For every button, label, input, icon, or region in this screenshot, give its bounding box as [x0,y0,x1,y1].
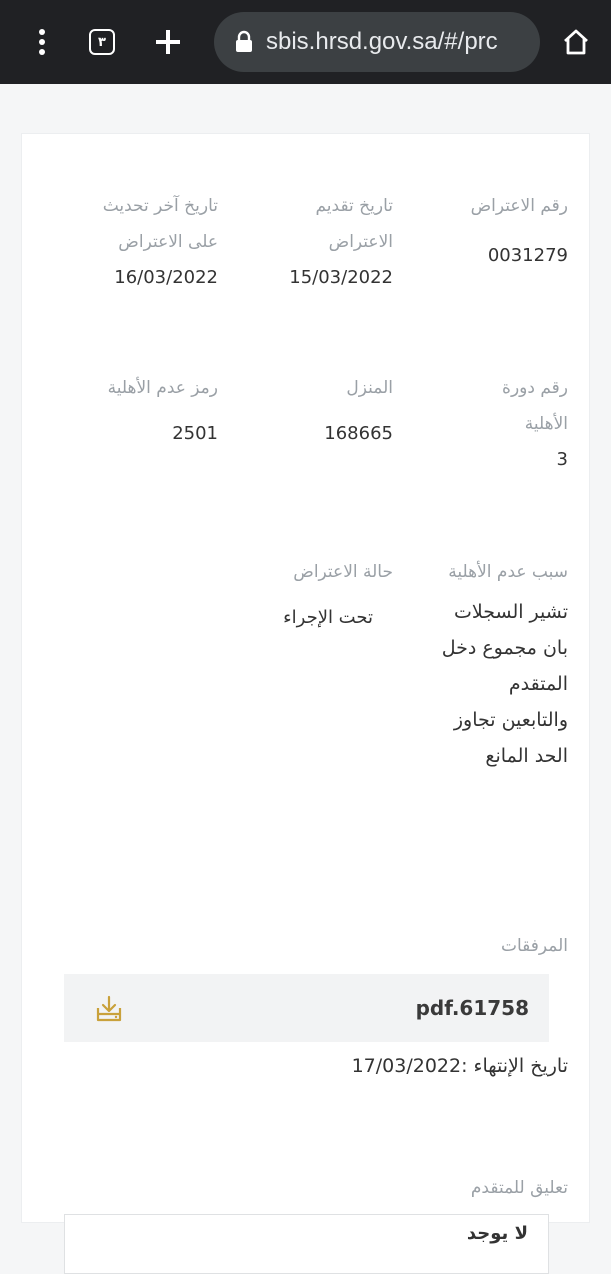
ineligibility-code-field: رمز عدم الأهلية 2501 [58,370,218,452]
address-bar[interactable]: sbis.hrsd.gov.sa/#/prc [214,12,540,72]
objection-number-value: 0031279 [487,245,568,266]
download-icon[interactable] [94,994,124,1024]
eligibility-cycle-value: 3 [556,449,568,470]
objection-details-card: رقم الاعتراض 0031279 تاريخ تقديم الاعترا… [21,133,590,1274]
ineligibility-reason-field: سبب عدم الأهلية تشير السجلات بان مجموع د… [438,554,568,774]
comment-label: تعليق للمتقدم [470,1178,568,1198]
submission-date-field: تاريخ تقديم الاعتراض 15/03/2022 [263,188,393,296]
more-options-button[interactable] [22,22,62,62]
last-update-date-field: تاريخ آخر تحديث على الاعتراض 16/03/2022 [68,188,218,296]
more-vert-icon [39,29,45,55]
objection-number-label: رقم الاعتراض [470,196,568,216]
home-button[interactable] [556,22,596,62]
eligibility-cycle-label: رقم دورة الأهلية [502,378,568,434]
objection-status-label: حالة الاعتراض [293,562,393,582]
browser-toolbar: ٣ sbis.hrsd.gov.sa/#/prc [0,0,611,84]
attachment-file-name: pdf.61758 [415,996,529,1020]
objection-status-value: تحت الإجراء [283,607,373,628]
submission-date-label: تاريخ تقديم الاعتراض [315,196,393,252]
ineligibility-reason-label: سبب عدم الأهلية [448,562,568,582]
objection-status-field: حالة الاعتراض تحت الإجراء [243,554,393,636]
ineligibility-reason-value: تشير السجلات بان مجموع دخل المتقدم والتا… [441,601,568,767]
ineligibility-code-value: 2501 [172,423,218,444]
page-content: رقم الاعتراض 0031279 تاريخ تقديم الاعترا… [0,84,611,1274]
lock-icon [236,30,252,52]
objection-number-field: رقم الاعتراض 0031279 [418,188,568,274]
comment-box: لا يوجد [64,1214,549,1274]
household-value: 168665 [324,423,393,444]
ineligibility-code-label: رمز عدم الأهلية [107,378,218,398]
household-label: المنزل [346,378,393,398]
attachments-label: المرفقات [500,936,568,956]
tab-count: ٣ [89,29,115,55]
last-update-date-label: تاريخ آخر تحديث على الاعتراض [102,196,218,252]
new-tab-button[interactable] [148,22,188,62]
plus-icon [156,30,180,54]
last-update-date-value: 16/03/2022 [114,267,218,288]
household-field: المنزل 168665 [243,370,393,452]
attachment-item[interactable]: pdf.61758 [64,974,549,1042]
submission-date-value: 15/03/2022 [289,267,393,288]
eligibility-cycle-field: رقم دورة الأهلية 3 [458,370,568,478]
tab-switcher-button[interactable]: ٣ [82,22,122,62]
home-icon [564,29,588,55]
attachment-expiry: تاريخ الإنتهاء :17/03/2022 [351,1055,568,1077]
url-text: sbis.hrsd.gov.sa/#/prc [266,28,498,55]
comment-text: لا يوجد [466,1223,528,1244]
